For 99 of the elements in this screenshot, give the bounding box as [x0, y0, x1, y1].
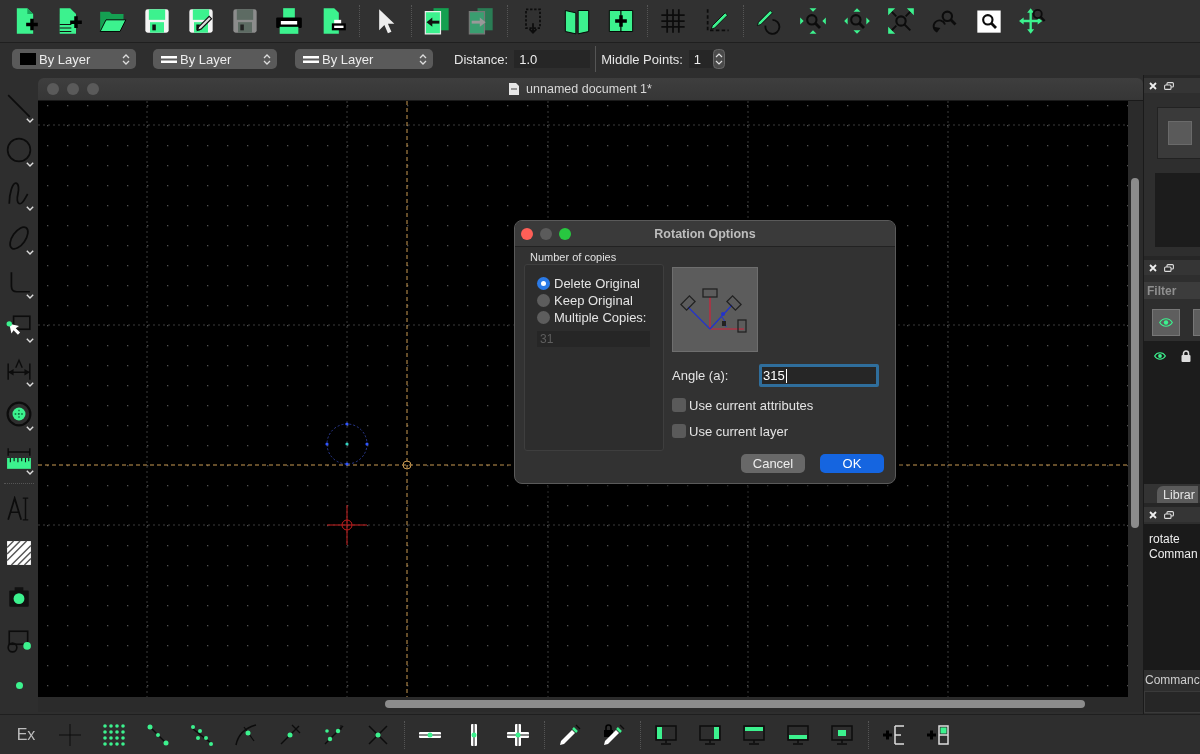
pages-icon[interactable] [563, 7, 591, 35]
filter-field[interactable]: Filter [1144, 282, 1200, 299]
shapes-icon[interactable] [6, 628, 32, 654]
chevron-icon[interactable] [26, 470, 34, 475]
history-line: Comman [1149, 547, 1199, 562]
curve-center-icon[interactable] [234, 722, 258, 747]
monitor-right-icon[interactable] [698, 722, 722, 747]
chevron-icon[interactable] [26, 118, 34, 123]
chevron-icon[interactable] [26, 294, 34, 299]
distance-label: Distance: [454, 51, 509, 67]
updown-icon [122, 53, 130, 65]
history-line: rotate [1149, 532, 1181, 547]
cross-bar-icon[interactable] [506, 722, 530, 747]
checkbox-label[interactable]: Use current layer [689, 423, 788, 439]
monitor-left-icon[interactable] [654, 722, 678, 747]
close-icon[interactable] [1149, 81, 1157, 90]
chevron-icon[interactable] [26, 162, 34, 167]
chevron-icon[interactable] [26, 338, 34, 343]
zoom-out-icon[interactable] [843, 7, 871, 35]
radio-label[interactable]: Keep Original [554, 293, 633, 308]
plus-box-icon[interactable] [926, 722, 950, 747]
color-swatch-icon [20, 53, 36, 65]
monitor-center-icon[interactable] [830, 722, 854, 747]
monitor-top-icon[interactable] [742, 722, 766, 747]
line-width-icon [161, 55, 177, 63]
circle-marker [402, 460, 412, 470]
middle-points-label: Middle Points: [601, 51, 683, 67]
middle-points-input[interactable]: 1 [688, 50, 713, 68]
close-icon[interactable] [1149, 263, 1157, 272]
cancel-button[interactable]: Cancel [741, 454, 805, 473]
chevron-icon[interactable] [26, 382, 34, 387]
plus-frame-icon[interactable] [882, 722, 906, 747]
updown-icon [263, 53, 271, 65]
hatch-icon[interactable] [6, 540, 32, 566]
line-type-icon [303, 55, 319, 63]
window-title: unnamed document 1* [526, 82, 652, 96]
overlapping-windows-icon[interactable] [1164, 81, 1174, 90]
dialog-title: Rotation Options [654, 226, 756, 241]
crosshair-marker [326, 504, 368, 546]
thumbnail-square [1168, 121, 1192, 145]
lock-pen-icon[interactable] [602, 722, 626, 747]
radio-label[interactable]: Delete Original [554, 276, 640, 291]
updown-icon [419, 53, 427, 65]
zoom-fit-icon[interactable] [887, 7, 915, 35]
circle-target-icon[interactable] [6, 401, 32, 427]
pen-icon[interactable] [558, 722, 582, 747]
command-input[interactable] [1144, 691, 1200, 713]
eye-icon[interactable] [1154, 352, 1166, 360]
pan-icon[interactable] [1019, 7, 1047, 35]
line-type-select[interactable]: By Layer [295, 49, 433, 69]
chevron-icon[interactable] [26, 250, 34, 255]
midpoint-icon[interactable] [278, 722, 302, 747]
maximize-icon[interactable] [559, 227, 571, 240]
checkbox[interactable] [672, 398, 686, 412]
pencil-rotate-icon[interactable] [755, 7, 783, 35]
endpoints-icon[interactable] [146, 722, 170, 747]
document-icon [509, 83, 520, 95]
camera-icon[interactable] [6, 584, 32, 610]
scroll-thumb[interactable] [1131, 178, 1139, 528]
ok-button[interactable]: OK [820, 454, 884, 473]
radio-button[interactable] [537, 311, 550, 324]
line-width-select[interactable]: By Layer [153, 49, 277, 69]
distance-icon[interactable] [322, 722, 346, 747]
group-title: Number of copies [530, 250, 618, 264]
save-icon[interactable] [143, 7, 171, 35]
overlapping-windows-icon[interactable] [1164, 510, 1174, 519]
scroll-thumb[interactable] [385, 700, 1085, 708]
exclusive-snap-button[interactable]: Ex [6, 720, 46, 749]
stepper-icon[interactable] [712, 49, 725, 69]
overlapping-windows-icon[interactable] [1164, 263, 1174, 272]
dotted-line-icon[interactable] [190, 722, 214, 747]
point-icon[interactable] [15, 681, 23, 689]
eye-icon [1159, 318, 1173, 327]
pages-plus-icon[interactable] [607, 7, 635, 35]
panel-tab[interactable]: Librar [1157, 486, 1198, 503]
eye-button[interactable] [1152, 309, 1180, 336]
monitor-bottom-icon[interactable] [786, 722, 810, 747]
angle-label: Angle (a): [672, 368, 730, 383]
angle-input[interactable]: 315 [759, 364, 879, 387]
radio-button[interactable] [537, 277, 550, 290]
ruler-icon[interactable] [6, 445, 32, 471]
print-icon[interactable] [275, 7, 303, 35]
chevron-icon[interactable] [26, 426, 34, 431]
command-label: Commanc [1144, 672, 1200, 688]
color-select[interactable]: By Layer [12, 49, 136, 69]
radio-label[interactable]: Multiple Copies: [554, 310, 647, 325]
save-edit-icon[interactable] [187, 7, 215, 35]
checkbox[interactable] [672, 424, 686, 438]
zoom-in-icon[interactable] [799, 7, 827, 35]
radio-button[interactable] [537, 294, 550, 307]
distance-input[interactable]: 1.0 [514, 50, 591, 68]
checkbox-label[interactable]: Use current attributes [689, 397, 814, 413]
dashed-circle [325, 422, 369, 466]
documents-arrow-icon[interactable] [423, 7, 451, 35]
lock-icon[interactable] [1181, 350, 1191, 362]
close-icon[interactable] [1149, 510, 1157, 519]
chevron-icon[interactable] [26, 206, 34, 211]
grid-dots-icon[interactable] [102, 722, 126, 747]
intersection-icon[interactable] [366, 722, 390, 747]
